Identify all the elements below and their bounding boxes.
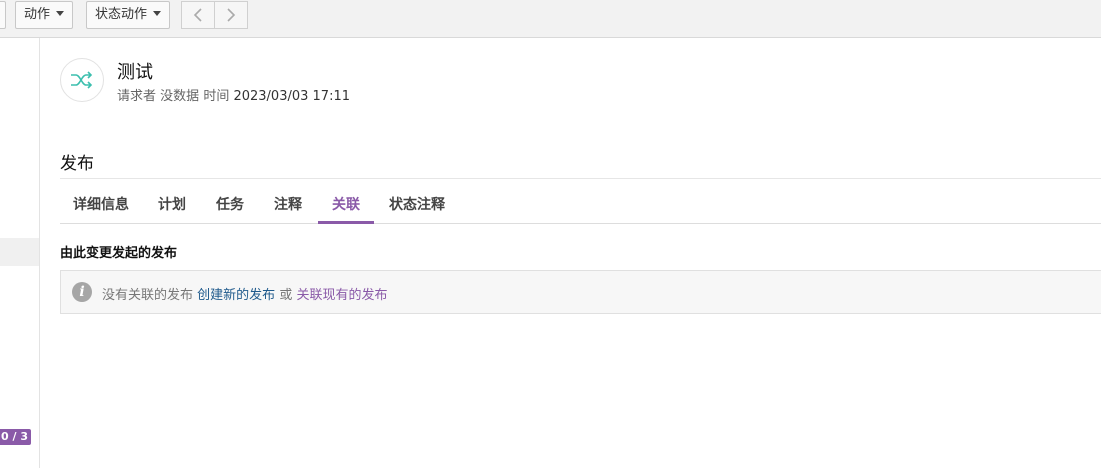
state-actions-label: 状态动作 [95,7,148,22]
tab-related[interactable]: 关联 [318,188,374,224]
tab-details[interactable]: 详细信息 [60,188,142,224]
sidebar-selected-row[interactable] [0,238,39,266]
tab-bar: 详细信息 计划 任务 注释 关联 状态注释 [60,188,1101,224]
counter-badge: 0 / 3 [0,429,31,445]
info-icon: i [72,282,92,302]
tab-plan[interactable]: 计划 [148,188,196,224]
record-title: 测试 [117,62,153,83]
empty-text: 没有关联的发布 [102,288,194,303]
tab-state-notes[interactable]: 状态注释 [382,188,452,224]
state-actions-dropdown-button[interactable]: 状态动作 [86,1,171,29]
requester-value: 没数据 [160,89,200,104]
toolbar: 动作 状态动作 [0,0,1101,38]
tab-notes[interactable]: 注释 [264,188,312,224]
time-value: 2023/03/03 17:11 [233,89,350,104]
section-title: 发布 [60,154,94,174]
chevron-right-icon [227,8,236,22]
tab-tasks[interactable]: 任务 [206,188,254,224]
sidebar: 0 / 3 [0,38,40,468]
actions-label: 动作 [24,7,51,22]
record-meta: 请求者 没数据 时间 2023/03/03 17:11 [117,85,350,104]
time-label: 时间 [203,89,230,104]
requester-label: 请求者 [117,89,157,104]
link-existing-release-link[interactable]: 关联现有的发布 [296,288,387,303]
caret-down-icon [56,11,65,16]
or-text: 或 [279,288,293,303]
caret-down-icon [153,11,162,16]
empty-info-box: i 没有关联的发布 创建新的发布 或 关联现有的发布 [60,270,1101,314]
toolbar-cut-off-button[interactable] [0,1,6,29]
section-divider [60,178,1101,179]
next-button[interactable] [214,1,248,29]
chevron-left-icon [193,8,202,22]
previous-button[interactable] [181,1,215,29]
shuffle-icon [71,71,93,89]
record-avatar [60,58,104,102]
empty-message: 没有关联的发布 创建新的发布 或 关联现有的发布 [102,284,387,303]
create-release-link[interactable]: 创建新的发布 [197,288,275,303]
actions-dropdown-button[interactable]: 动作 [15,1,74,29]
related-releases-heading: 由此变更发起的发布 [60,246,178,261]
